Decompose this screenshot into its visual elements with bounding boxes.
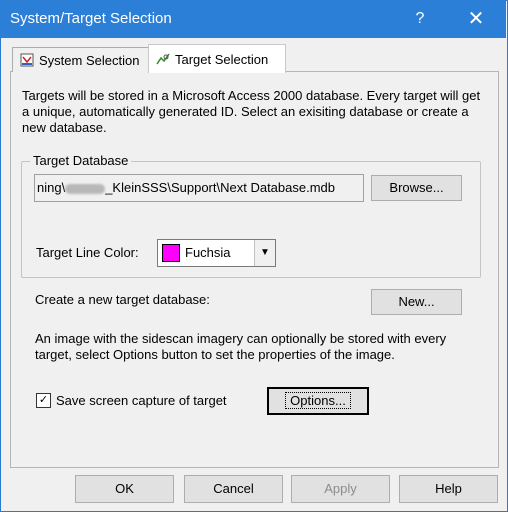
line-color-value: Fuchsia [185, 245, 231, 260]
image-note-text: An image with the sidescan imagery can o… [35, 331, 447, 362]
new-database-button[interactable]: New... [371, 289, 462, 315]
cancel-button[interactable]: Cancel [184, 475, 283, 503]
close-icon[interactable]: ✕ [462, 6, 490, 32]
path-suffix: _KleinSSS\Support\Next Database.mdb [105, 180, 336, 195]
help-icon[interactable]: ? [408, 8, 432, 30]
line-color-select[interactable]: Fuchsia ▼ [157, 239, 276, 267]
options-label: Options... [285, 392, 351, 409]
tab-label: Target Selection [175, 52, 269, 67]
color-swatch [162, 244, 180, 262]
help-button[interactable]: Help [399, 475, 498, 503]
window-title: System/Target Selection [10, 10, 172, 27]
ok-button[interactable]: OK [75, 475, 174, 503]
title-bar: System/Target Selection ? ✕ [0, 0, 506, 38]
path-prefix: ning\ [37, 180, 66, 195]
database-path-field[interactable]: ning\ _KleinSSS\Support\Next Database.mdb [34, 174, 364, 202]
browse-button[interactable]: Browse... [371, 175, 462, 201]
system-icon [20, 53, 34, 67]
tab-system-selection[interactable]: System Selection [12, 47, 149, 72]
save-capture-label: Save screen capture of target [56, 393, 227, 408]
redacted-smudge [65, 183, 106, 194]
line-color-label: Target Line Color: [36, 245, 139, 260]
chevron-down-icon[interactable]: ▼ [254, 240, 275, 266]
tab-label: System Selection [39, 53, 140, 68]
tab-target-selection[interactable]: Target Selection [148, 44, 286, 73]
options-button[interactable]: Options... [267, 387, 369, 415]
target-icon [156, 53, 170, 65]
save-capture-checkbox[interactable]: ✓ [36, 393, 51, 408]
intro-text: Targets will be stored in a Microsoft Ac… [22, 88, 481, 135]
create-database-label: Create a new target database: [35, 292, 210, 307]
group-legend: Target Database [30, 153, 132, 168]
apply-button[interactable]: Apply [291, 475, 390, 503]
